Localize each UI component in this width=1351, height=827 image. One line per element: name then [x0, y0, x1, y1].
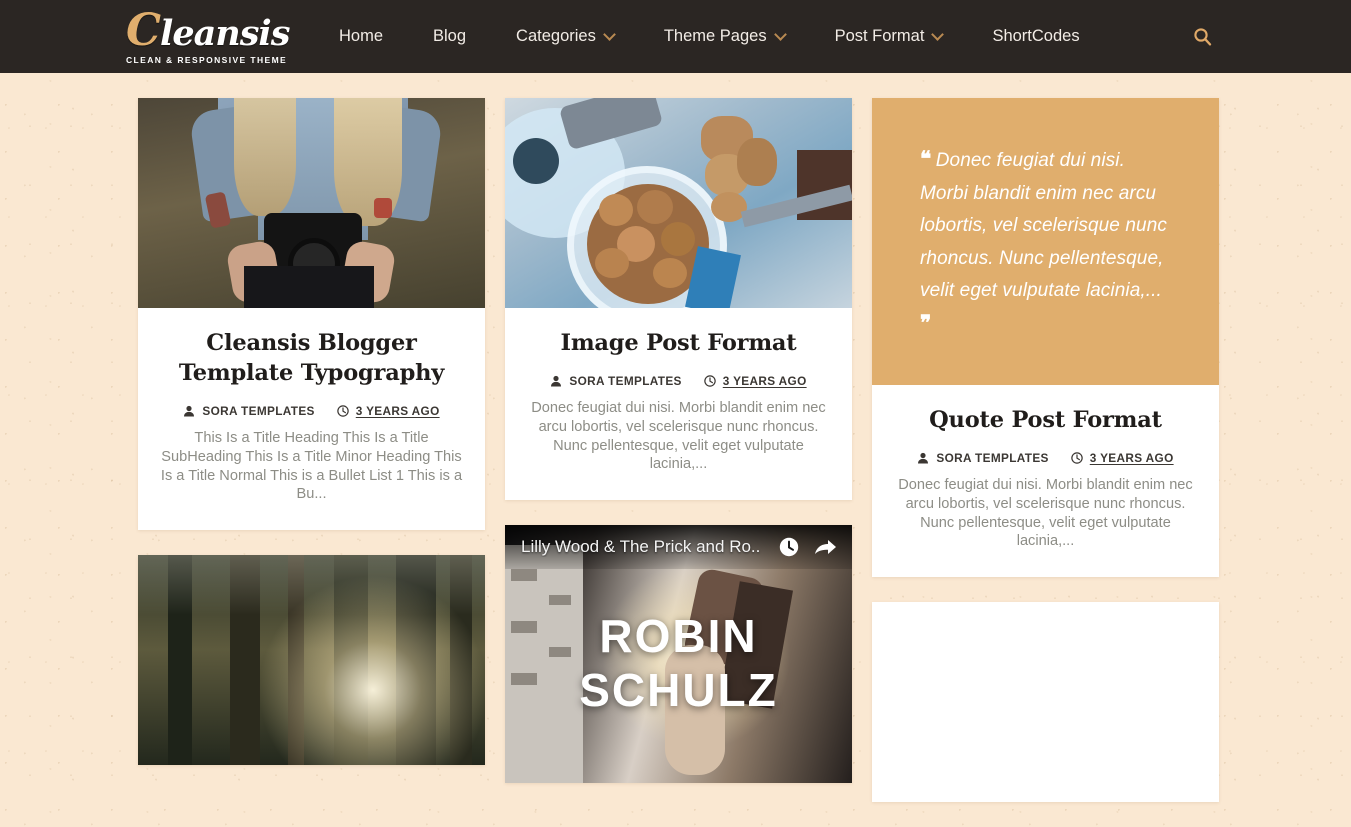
user-icon — [551, 375, 562, 387]
post-card-video-post[interactable]: Lilly Wood & The Prick and Ro.. ROBIN SC… — [505, 525, 852, 784]
post-body-quote-post: Quote Post Format SORA TEMPLATES 3 YEARS… — [872, 385, 1219, 577]
nav-item-blog[interactable]: Blog — [408, 0, 491, 73]
logo-initial: C — [126, 4, 161, 56]
post-title[interactable]: Image Post Format — [525, 328, 832, 358]
post-excerpt: Donec feugiat dui nisi. Morbi blandit en… — [898, 477, 1193, 550]
post-title[interactable]: Cleansis Blogger Template Typography — [158, 328, 465, 388]
clock-icon[interactable] — [778, 536, 800, 558]
grid-column-1: Cleansis Blogger Template Typography SOR… — [138, 98, 485, 790]
quote-block: ❝ Donec feugiat dui nisi. Morbi blandit … — [872, 98, 1219, 385]
quote-content: ❝ Donec feugiat dui nisi. Morbi blandit … — [920, 144, 1173, 341]
post-card-next[interactable] — [872, 602, 1219, 803]
post-thumbnail-image-post[interactable] — [505, 98, 852, 308]
nav-item-home[interactable]: Home — [314, 0, 408, 73]
close-quote-icon: ❞ — [920, 311, 931, 335]
post-body-typography: Cleansis Blogger Template Typography SOR… — [138, 308, 485, 530]
nav-label: ShortCodes — [992, 27, 1080, 45]
share-arrow-icon[interactable] — [814, 536, 838, 558]
open-quote-icon: ❝ — [920, 148, 931, 171]
post-thumbnail-forest[interactable] — [138, 555, 485, 766]
post-excerpt: Donec feugiat dui nisi. Morbi blandit en… — [531, 400, 826, 473]
search-icon — [1193, 27, 1211, 46]
post-thumbnail-typography[interactable] — [138, 98, 485, 308]
nav-label: Home — [339, 27, 384, 45]
posts-grid: Cleansis Blogger Template Typography SOR… — [0, 73, 1351, 803]
chevron-down-icon — [933, 30, 942, 39]
post-card-image-post[interactable]: Image Post Format SORA TEMPLATES 3 YEARS… — [505, 98, 852, 501]
clock-icon — [704, 375, 716, 387]
post-card-quote-post[interactable]: ❝ Donec feugiat dui nisi. Morbi blandit … — [872, 98, 1219, 578]
post-meta: SORA TEMPLATES 3 YEARS AGO — [158, 404, 465, 418]
user-icon — [184, 405, 195, 417]
nav-item-theme-pages[interactable]: Theme Pages — [639, 0, 810, 73]
post-date[interactable]: 3 YEARS AGO — [1090, 451, 1174, 465]
nav-label: Theme Pages — [663, 27, 767, 45]
post-meta: SORA TEMPLATES 3 YEARS AGO — [892, 451, 1199, 465]
video-overlay-text: ROBIN SCHULZ — [579, 610, 778, 717]
post-card-typography[interactable]: Cleansis Blogger Template Typography SOR… — [138, 98, 485, 531]
nav-item-post-format[interactable]: Post Format — [810, 0, 968, 73]
post-author: SORA TEMPLATES — [569, 374, 682, 388]
user-icon — [918, 452, 929, 464]
search-button[interactable] — [1188, 22, 1216, 50]
post-author: SORA TEMPLATES — [936, 451, 1049, 465]
woman-holding-camera-photo — [138, 98, 485, 308]
logo-tagline: CLEAN & RESPONSIVE THEME — [126, 54, 288, 65]
grid-column-3: ❝ Donec feugiat dui nisi. Morbi blandit … — [872, 98, 1219, 827]
post-card-forest[interactable] — [138, 555, 485, 766]
post-title[interactable]: Quote Post Format — [892, 405, 1199, 435]
site-header: Cleansis CLEAN & RESPONSIVE THEME Home B… — [0, 0, 1351, 73]
logo-wordmark: Cleansis — [126, 8, 290, 53]
main-navigation: Home Blog Categories Theme Pages Post Fo… — [314, 0, 1105, 73]
youtube-top-bar: Lilly Wood & The Prick and Ro.. — [505, 525, 852, 570]
post-author: SORA TEMPLATES — [202, 404, 315, 418]
grid-column-2: Image Post Format SORA TEMPLATES 3 YEARS… — [505, 98, 852, 808]
walnuts-in-bowl-photo — [505, 98, 852, 308]
nav-label: Post Format — [834, 27, 925, 45]
clock-icon — [337, 405, 349, 417]
nav-item-categories[interactable]: Categories — [491, 0, 639, 73]
clock-icon — [1071, 452, 1083, 464]
chevron-down-icon — [776, 30, 785, 39]
post-date[interactable]: 3 YEARS AGO — [356, 404, 440, 418]
youtube-embed[interactable]: Lilly Wood & The Prick and Ro.. ROBIN SC… — [505, 525, 852, 784]
post-meta: SORA TEMPLATES 3 YEARS AGO — [525, 374, 832, 388]
post-excerpt: This Is a Title Heading This Is a Title … — [160, 430, 463, 503]
nav-item-shortcodes[interactable]: ShortCodes — [967, 0, 1104, 73]
logo-rest: leansis — [160, 12, 290, 54]
post-body-image-post: Image Post Format SORA TEMPLATES 3 YEARS… — [505, 308, 852, 500]
forest-sunlight-photo — [138, 555, 485, 766]
site-logo[interactable]: Cleansis CLEAN & RESPONSIVE THEME — [126, 8, 290, 65]
nav-label: Blog — [433, 27, 467, 45]
video-title[interactable]: Lilly Wood & The Prick and Ro.. — [521, 537, 764, 557]
post-date[interactable]: 3 YEARS AGO — [723, 374, 807, 388]
nav-label: Categories — [516, 27, 596, 45]
quote-text: Donec feugiat dui nisi. Morbi blandit en… — [920, 150, 1167, 301]
chevron-down-icon — [605, 30, 614, 39]
